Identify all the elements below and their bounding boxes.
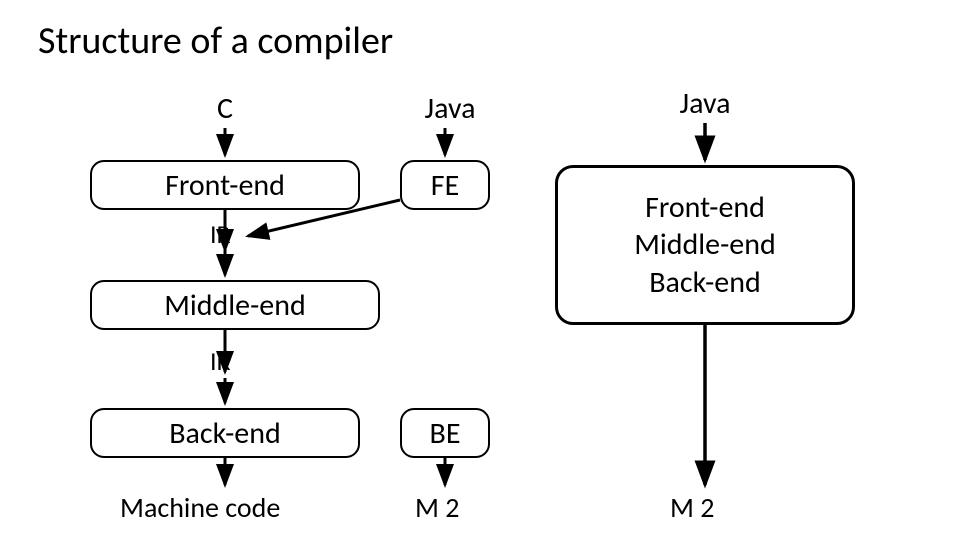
combined-line3: Back-end <box>649 264 761 302</box>
label-c: C <box>205 90 245 127</box>
label-m2-left: M 2 <box>415 490 459 525</box>
label-ir1: IR <box>210 218 231 250</box>
box-fe: FE <box>400 160 490 210</box>
label-java-right: Java <box>665 85 745 122</box>
page-title: Structure of a compiler <box>38 18 393 64</box>
combined-line2: Middle-end <box>634 226 776 264</box>
combined-line1: Front-end <box>645 189 765 227</box>
box-be: BE <box>400 408 490 458</box>
box-middleend: Middle-end <box>90 280 380 330</box>
box-backend: Back-end <box>90 408 360 458</box>
label-ir2: IR <box>210 345 231 377</box>
box-frontend: Front-end <box>90 160 360 210</box>
box-combined: Front-end Middle-end Back-end <box>555 165 855 325</box>
label-java-left: Java <box>410 90 490 127</box>
label-m2-right: M 2 <box>670 490 714 525</box>
label-machine-code: Machine code <box>120 490 280 525</box>
